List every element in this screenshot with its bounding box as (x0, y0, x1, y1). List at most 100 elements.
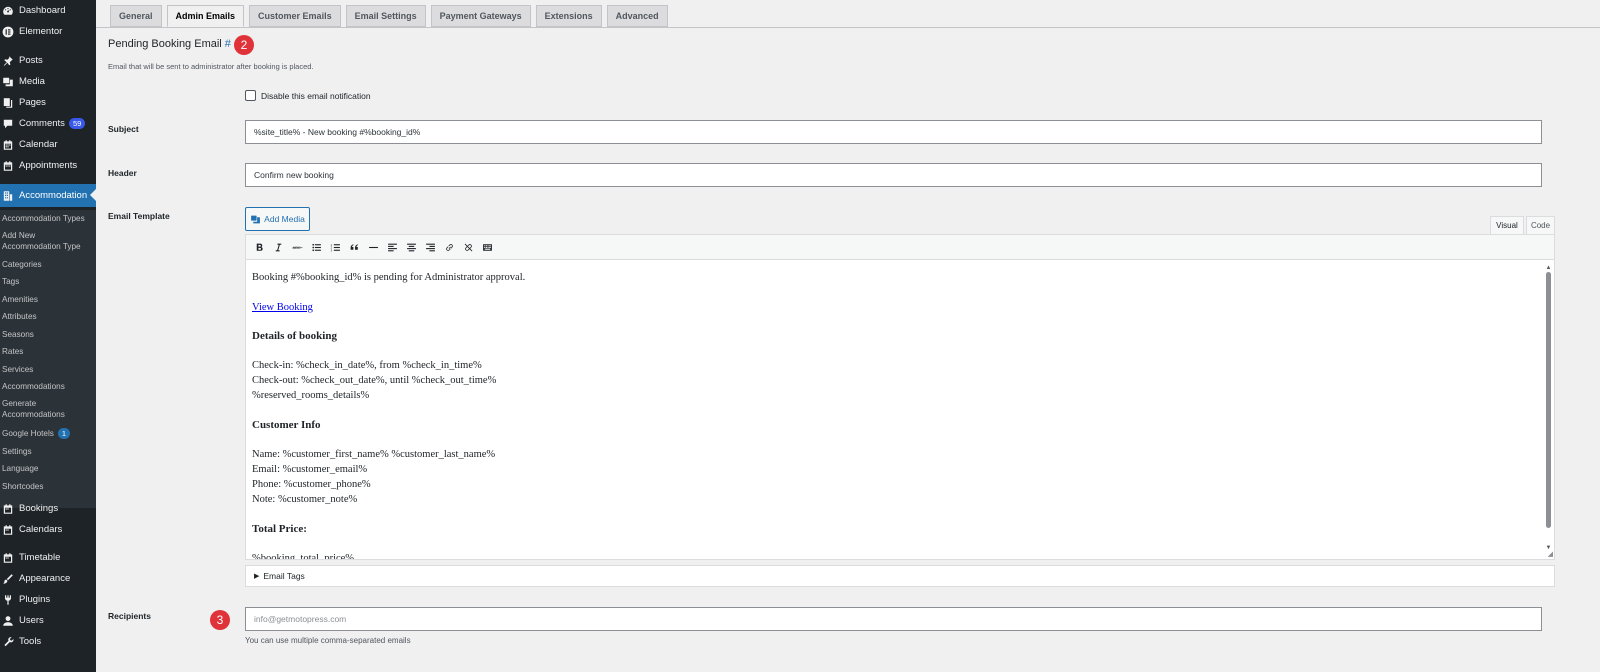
editor-tab-visual[interactable]: Visual (1490, 216, 1524, 235)
numbered-list-button[interactable]: 123 (326, 238, 345, 257)
tab-payment-gateways[interactable]: Payment Gateways (430, 5, 531, 27)
plugin-icon (2, 594, 14, 606)
editor-content: Booking #%booking_id% is pending for Adm… (252, 270, 1532, 560)
scroll-up-arrow-icon[interactable]: ▲ (1545, 265, 1552, 271)
settings-tabs: General Admin Emails Customer Emails Ema… (110, 5, 673, 27)
header-label: Header (108, 168, 137, 178)
sidebar-item-tools[interactable]: Tools (0, 631, 96, 652)
sidebar-item-appointments[interactable]: Appointments (0, 155, 96, 176)
disable-notification-row[interactable]: Disable this email notification (245, 90, 371, 101)
sidebar-item-pages[interactable]: Pages (0, 92, 96, 113)
submenu-item-categories[interactable]: Categories (2, 259, 94, 270)
align-center-button[interactable] (402, 238, 421, 257)
toolbar-toggle-button[interactable] (478, 238, 497, 257)
insert-link-button[interactable] (440, 238, 459, 257)
pin-icon (2, 55, 14, 67)
strikethrough-icon: ABC (292, 245, 303, 250)
submenu-item-attributes[interactable]: Attributes (2, 311, 94, 322)
bold-button[interactable] (250, 238, 269, 257)
recipients-input[interactable]: info@getmotopress.com (245, 607, 1542, 631)
submenu-item-settings[interactable]: Settings (2, 446, 94, 457)
view-booking-link[interactable]: View Booking (252, 300, 1532, 315)
triangle-right-icon: ▶ (254, 573, 260, 580)
sidebar-item-elementor[interactable]: Elementor (0, 21, 96, 42)
header-input[interactable]: Confirm new booking (245, 163, 1542, 187)
submenu-item-amenities[interactable]: Amenities (2, 294, 94, 305)
strikethrough-button[interactable]: ABC (288, 238, 307, 257)
google-hotels-badge: 1 (57, 428, 71, 440)
sidebar-item-timetable[interactable]: Timetable (0, 547, 96, 568)
align-right-button[interactable] (421, 238, 440, 257)
submenu-item-shortcodes[interactable]: Shortcodes (2, 481, 94, 492)
sidebar-item-users[interactable]: Users (0, 610, 96, 631)
disable-notification-checkbox[interactable] (245, 90, 256, 101)
brush-icon (2, 573, 14, 585)
sidebar-item-bookings[interactable]: Bookings (0, 498, 96, 519)
building-icon (2, 190, 14, 202)
submenu-item-add-new-accommodation-type[interactable]: Add New Accommodation Type (2, 230, 86, 252)
calendar-icon (2, 524, 14, 536)
submenu-item-services[interactable]: Services (2, 364, 94, 375)
media-icon (2, 76, 14, 88)
sidebar-item-calendar[interactable]: Calendar (0, 134, 96, 155)
submenu-item-tags[interactable]: Tags (2, 276, 94, 287)
recipients-help-text: You can use multiple comma-separated ema… (245, 636, 411, 645)
sidebar-item-comments[interactable]: Comments 59 (0, 113, 96, 134)
blockquote-button[interactable] (345, 238, 364, 257)
tab-customer-emails[interactable]: Customer Emails (249, 5, 341, 27)
submenu-item-seasons[interactable]: Seasons (2, 329, 94, 340)
submenu-item-rates[interactable]: Rates (2, 346, 94, 357)
sidebar-item-posts[interactable]: Posts (0, 50, 96, 71)
unlink-icon (464, 243, 473, 251)
submenu-item-google-hotels[interactable]: Google Hotels 1 (2, 428, 94, 440)
editor-scrollbar[interactable]: ▲ ▼ (1545, 265, 1552, 551)
editor-customer-details: Name: %customer_first_name% %customer_la… (252, 449, 496, 505)
tab-admin-emails[interactable]: Admin Emails (166, 5, 245, 27)
bullet-list-button[interactable] (307, 238, 326, 257)
submenu-item-accommodation-types[interactable]: Accommodation Types (2, 213, 94, 224)
subject-input[interactable]: %site_title% - New booking #%booking_id% (245, 120, 1542, 144)
align-left-button[interactable] (383, 238, 402, 257)
italic-button[interactable] (269, 238, 288, 257)
resize-handle-icon[interactable]: ◢ (1548, 550, 1553, 558)
editor-price-value: %booking_total_price% (252, 553, 355, 560)
scrollbar-thumb[interactable] (1546, 272, 1551, 528)
sidebar-item-accommodation[interactable]: Accommodation (0, 184, 96, 207)
remove-link-button[interactable] (459, 238, 478, 257)
editor-heading-customer: Customer Info (252, 419, 321, 431)
submenu-item-accommodations[interactable]: Accommodations (2, 381, 94, 392)
user-icon (2, 615, 14, 627)
bold-icon (256, 243, 263, 251)
add-media-button[interactable]: Add Media (245, 207, 310, 231)
email-template-label: Email Template (108, 211, 170, 221)
email-template-editor[interactable]: Booking #%booking_id% is pending for Adm… (245, 260, 1555, 560)
tab-email-settings[interactable]: Email Settings (345, 5, 426, 27)
pages-icon (2, 97, 14, 109)
comments-count-badge: 59 (68, 118, 86, 129)
sidebar-item-calendars[interactable]: Calendars (0, 519, 96, 540)
email-tags-toggle[interactable]: ▶ Email Tags (245, 565, 1555, 587)
calendar-icon (2, 503, 14, 515)
bullet-list-icon (312, 243, 321, 251)
tab-general[interactable]: General (110, 5, 162, 27)
elementor-icon (2, 26, 14, 38)
svg-text:3: 3 (331, 248, 333, 252)
sidebar-item-media[interactable]: Media (0, 71, 96, 92)
horizontal-line-button[interactable] (364, 238, 383, 257)
media-icon (251, 215, 261, 223)
sidebar-item-plugins[interactable]: Plugins (0, 589, 96, 610)
tab-extensions[interactable]: Extensions (535, 5, 602, 27)
dashboard-icon (2, 5, 14, 17)
link-icon (446, 243, 453, 251)
editor-toolbar: ABC 123 (245, 234, 1555, 260)
section-anchor-link[interactable]: # (225, 38, 231, 50)
calendar-icon (2, 552, 14, 564)
tab-advanced[interactable]: Advanced (606, 5, 668, 27)
sidebar-item-appearance[interactable]: Appearance (0, 568, 96, 589)
editor-tab-code[interactable]: Code (1526, 216, 1555, 235)
submenu-item-generate-accommodations[interactable]: Generate Accommodations (2, 398, 72, 420)
submenu-item-language[interactable]: Language (2, 463, 94, 474)
subject-label: Subject (108, 124, 139, 134)
recipients-label: Recipients (108, 611, 151, 621)
sidebar-item-dashboard[interactable]: Dashboard (0, 0, 96, 21)
